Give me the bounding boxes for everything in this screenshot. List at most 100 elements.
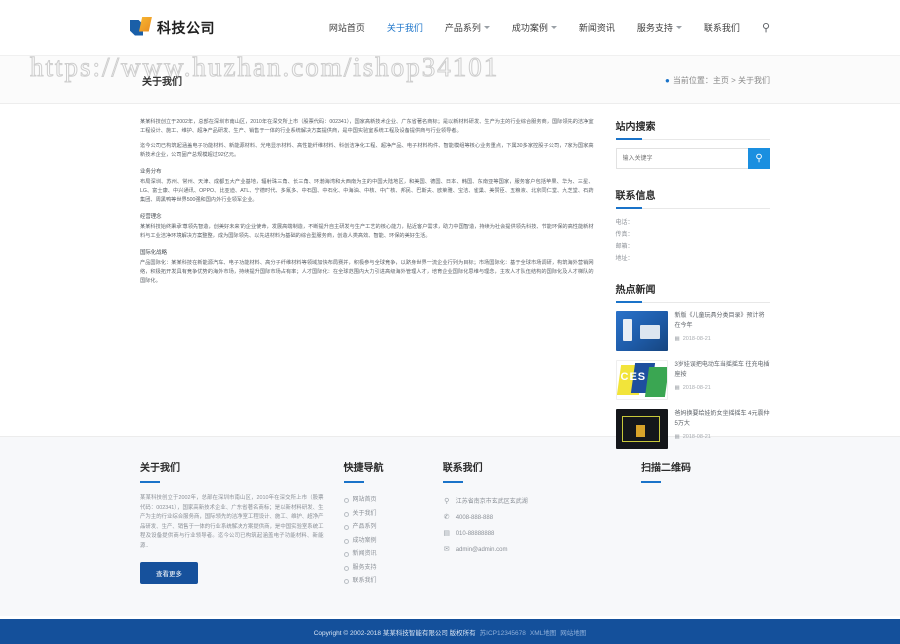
- footer-phone-row[interactable]: ✆ 4008-888-888: [443, 510, 641, 526]
- nav-item-products[interactable]: 产品系列: [445, 21, 490, 34]
- footer-address-text: 江苏省南京市玄武区玄武湖: [455, 499, 528, 505]
- heading-underline: [343, 481, 364, 483]
- footer-fax-text: 010-88888888: [455, 531, 495, 537]
- nav-label: 产品系列: [444, 23, 481, 33]
- about-paragraph-5: 产品国际化：某某科技在新能源汽车、电子功能材料、高分子纤维材料等领域加快布局赛并…: [140, 260, 594, 284]
- footer-link-cases[interactable]: 成功案例: [343, 535, 443, 549]
- footer-quicknav-column: 快捷导航 网站首页 关于我们 产品系列 成功案例 新闻资讯 服务支持 联系我们: [343, 459, 443, 596]
- footer-email-text: admin@admin.com: [455, 547, 508, 553]
- section-heading-philosophy: 经营理念: [140, 214, 162, 220]
- heading-underline: [140, 481, 160, 483]
- footer-email-row[interactable]: ✉ admin@admin.com: [443, 542, 641, 558]
- xml-sitemap-link[interactable]: XML地图: [530, 627, 556, 637]
- bullet-icon: [343, 525, 349, 531]
- footer-link-about[interactable]: 关于我们: [343, 508, 443, 522]
- bullet-icon: [343, 565, 349, 571]
- footer-link-label: 服务支持: [352, 564, 377, 571]
- nav-label: 新闻资讯: [578, 23, 615, 33]
- heading-underline: [641, 481, 662, 483]
- list-item[interactable]: 新版《儿童玩具分类目录》预计将在今年 ▦ 2018-08-21: [615, 311, 770, 351]
- nav-label: 联系我们: [703, 23, 740, 33]
- footer-contact-column: 联系我们 ⚲ 江苏省南京市玄武区玄武湖 ✆ 4008-888-888 ▤ 010…: [442, 459, 641, 596]
- news-title: 爸妈换要给娃奶女坐摇摇车 4元震仲5万大: [674, 411, 770, 427]
- about-paragraph-1: 某某科技创立于2002年，总部在深圳市南山区，2010年在深交所上市（股票代码：…: [140, 119, 594, 134]
- phone-icon: ✆: [443, 514, 450, 521]
- footer-link-news[interactable]: 新闻资讯: [343, 548, 443, 562]
- news-thumbnail-image: [615, 409, 668, 449]
- calendar-icon: ▦: [674, 385, 680, 391]
- right-sidebar: 站内搜索 ⚲ 联系信息 电话： 传真： 邮箱： 地址： 热点新闻 新版《儿童玩具…: [615, 118, 770, 449]
- calendar-icon: ▦: [674, 336, 680, 342]
- contact-row-fax: 传真：: [615, 232, 634, 238]
- list-item[interactable]: 爸妈换要给娃奶女坐摇摇车 4元震仲5万大 ▦ 2018-08-21: [615, 409, 770, 449]
- section-heading-business: 业务分布: [140, 169, 162, 175]
- page-banner: 关于我们 ● 当前位置：主页 > 关于我们: [0, 56, 900, 104]
- location-icon: ⚲: [444, 498, 450, 505]
- footer-link-label: 关于我们: [352, 510, 377, 517]
- contact-row-phone: 电话：: [615, 220, 634, 226]
- footer-qr-column: 扫描二维码: [641, 459, 770, 596]
- site-header: 科技公司 网站首页 关于我们 产品系列 成功案例 新闻资讯 服务支持 联系我们 …: [0, 0, 900, 56]
- chevron-down-icon: [550, 26, 557, 29]
- footer-about-text: 某某科技创立于2002年，总部在深圳市南山区，2010年在深交所上市（股票代码：…: [140, 495, 324, 549]
- main-nav: 网站首页 关于我们 产品系列 成功案例 新闻资讯 服务支持 联系我们 ⚲: [329, 21, 770, 34]
- main-content: 某某科技创立于2002年，总部在深圳市南山区，2010年在深交所上市（股票代码：…: [0, 104, 900, 449]
- nav-item-home[interactable]: 网站首页: [329, 21, 365, 34]
- about-paragraph-3: 布局深圳、苏州、常州、天津、成都五大产业基地，辐射珠三角、长三角、环渤海湾和大西…: [140, 179, 594, 203]
- footer-heading-qr: 扫描二维码: [641, 463, 692, 474]
- news-date: ▦ 2018-08-21: [675, 336, 770, 342]
- footer-heading-about: 关于我们: [140, 463, 180, 474]
- page-root: 科技公司 网站首页 关于我们 产品系列 成功案例 新闻资讯 服务支持 联系我们 …: [0, 0, 900, 644]
- section-heading-international: 国际化战略: [140, 250, 167, 256]
- breadcrumb: ● 当前位置：主页 > 关于我们: [665, 75, 770, 86]
- news-title: 3岁娃误把电动车当摇摇车 往充电插座按: [674, 362, 770, 378]
- footer-link-contact[interactable]: 联系我们: [343, 575, 443, 589]
- bullet-icon: [343, 538, 349, 544]
- sidebar-heading-search: 站内搜索: [615, 118, 770, 140]
- footer-link-label: 新闻资讯: [352, 551, 377, 557]
- footer-link-label: 成功案例: [352, 537, 377, 544]
- footer-link-home[interactable]: 网站首页: [343, 494, 443, 508]
- news-date: ▦ 2018-08-21: [675, 434, 770, 440]
- logo-text: 科技公司: [157, 19, 215, 36]
- heading-underline: [442, 481, 463, 483]
- site-footer: 关于我们 某某科技创立于2002年，总部在深圳市南山区，2010年在深交所上市（…: [0, 436, 900, 616]
- breadcrumb-text: 当前位置：主页 > 关于我们: [672, 76, 770, 85]
- nav-label: 关于我们: [386, 23, 423, 33]
- list-item[interactable]: CES 3岁娃误把电动车当摇摇车 往充电插座按 ▦ 2018-08-21: [615, 360, 770, 400]
- about-paragraph-4: 某某科技始终秉承'尊领先智造，创美好未来'的企业使命，发展高端制造，不断提升自主…: [140, 224, 594, 239]
- footer-link-support[interactable]: 服务支持: [343, 562, 443, 576]
- nav-item-contact[interactable]: 联系我们: [704, 21, 740, 34]
- bullet-icon: [343, 552, 349, 558]
- nav-label: 网站首页: [328, 23, 365, 33]
- nav-item-about[interactable]: 关于我们: [387, 21, 423, 34]
- bullet-icon: [343, 579, 349, 585]
- nav-item-cases[interactable]: 成功案例: [512, 21, 557, 34]
- page-title: 关于我们: [140, 72, 184, 89]
- footer-link-products[interactable]: 产品系列: [343, 521, 443, 535]
- view-more-button[interactable]: 查看更多: [140, 562, 198, 584]
- news-date: ▦ 2018-08-21: [675, 385, 770, 391]
- email-icon: ✉: [443, 546, 450, 553]
- sidebar-heading-contact: 联系信息: [615, 187, 770, 209]
- footer-heading-contact: 联系我们: [442, 463, 483, 474]
- footer-about-column: 关于我们 某某科技创立于2002年，总部在深圳市南山区，2010年在深交所上市（…: [140, 459, 344, 596]
- chevron-down-icon: [483, 26, 490, 29]
- site-logo[interactable]: 科技公司: [130, 16, 215, 39]
- nav-label: 服务支持: [636, 23, 673, 33]
- search-submit-button[interactable]: ⚲: [748, 148, 770, 169]
- location-pin-icon: ●: [665, 76, 670, 85]
- news-thumbnail-image: CES: [615, 360, 668, 400]
- search-icon[interactable]: ⚲: [762, 21, 770, 34]
- sidebar-heading-news: 热点新闻: [615, 281, 770, 303]
- site-search-box: ⚲: [615, 148, 770, 169]
- footer-address-row: ⚲ 江苏省南京市玄武区玄武湖: [443, 494, 641, 510]
- nav-item-news[interactable]: 新闻资讯: [579, 21, 615, 34]
- nav-item-support[interactable]: 服务支持: [637, 21, 682, 34]
- search-input[interactable]: [615, 148, 748, 169]
- calendar-icon: ▦: [674, 434, 680, 440]
- sitemap-link[interactable]: 网站地图: [560, 627, 586, 637]
- icp-link[interactable]: 苏ICP12345678: [480, 627, 526, 637]
- nav-label: 成功案例: [511, 23, 548, 33]
- about-paragraph-2: 迄今公司已构筑起涵盖电子功能材料、新能源材料、光电显示材料、高性能纤维材料、科创…: [140, 143, 594, 158]
